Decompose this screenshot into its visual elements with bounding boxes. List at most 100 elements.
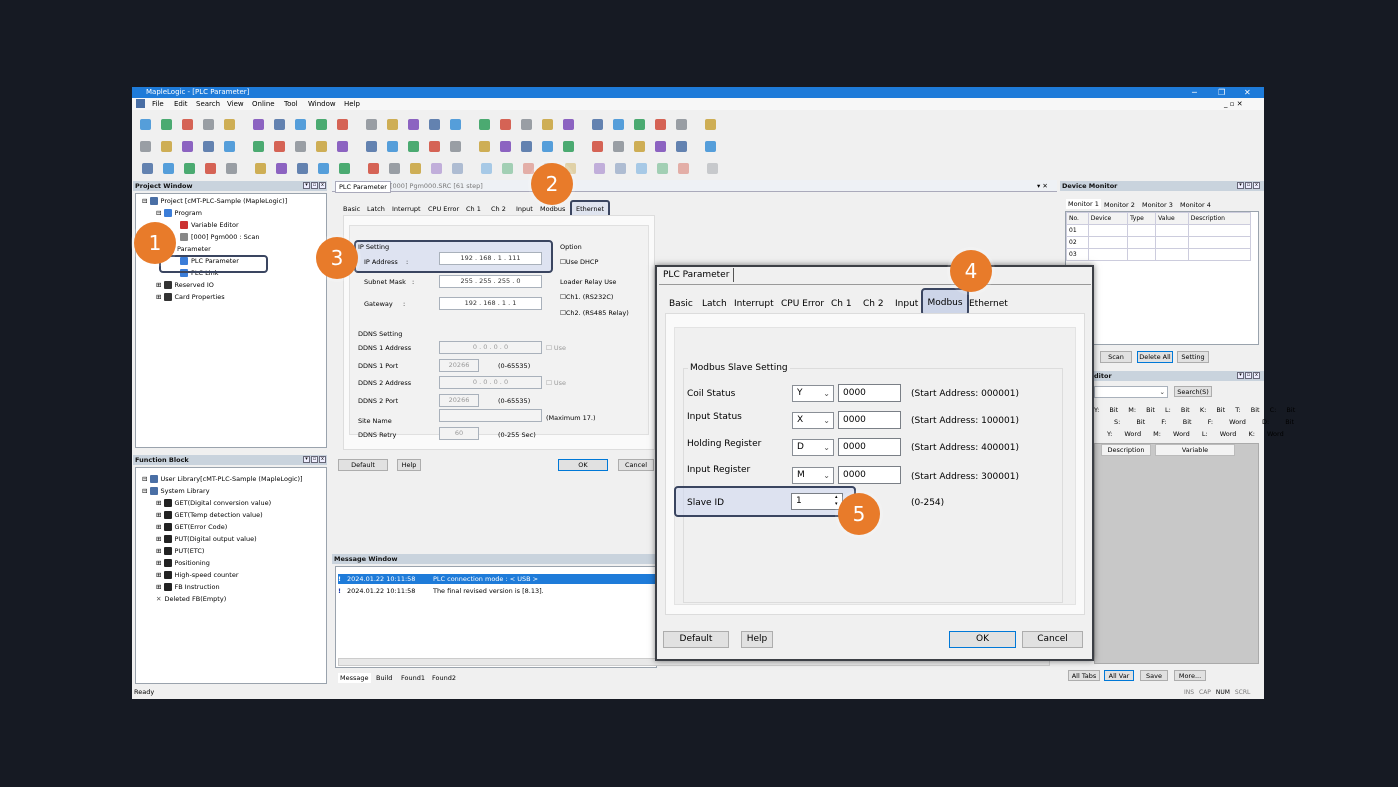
dock-icon[interactable]: ▫ (1245, 182, 1252, 189)
message-row[interactable]: ! 2024.01.22 10:11:58 The final revised ve… (338, 586, 544, 596)
fb-item[interactable]: ⊞ FB Instruction (156, 582, 220, 592)
fb-item[interactable]: ⊞ GET(Error Code) (156, 522, 227, 532)
subnet-field[interactable]: 255 . 255 . 255 . 0 (439, 275, 542, 288)
toolbar-icon[interactable] (387, 119, 398, 130)
toolbar-icon[interactable] (316, 141, 327, 152)
tab-cpu-error[interactable]: CPU Error (428, 204, 459, 214)
toolbar-icon[interactable] (366, 141, 377, 152)
ddns2-port-field[interactable]: 20266 (439, 394, 479, 407)
dock-icon[interactable]: ▫ (311, 182, 318, 189)
toolbar-icon[interactable] (408, 119, 419, 130)
toolbar-icon[interactable] (339, 163, 350, 174)
dock-icon[interactable]: ▫ (311, 456, 318, 463)
pin-icon[interactable]: ▾ (1237, 182, 1244, 189)
tree-card-properties[interactable]: ⊞ Card Properties (156, 292, 225, 302)
fb-item[interactable]: ⊞ High-speed counter (156, 570, 239, 580)
tab-ch2[interactable]: Ch 2 (491, 204, 506, 214)
more-button[interactable]: More... (1174, 670, 1206, 681)
menu-window[interactable]: Window (308, 98, 336, 110)
toolbar-icon[interactable] (161, 119, 172, 130)
dock-icon[interactable]: ▫ (1245, 372, 1252, 379)
all-var-button[interactable]: All Var (1104, 670, 1134, 681)
tab-basic[interactable]: Basic (669, 297, 693, 311)
cancel-button[interactable]: Cancel (618, 459, 654, 471)
toolbar-icon[interactable] (563, 119, 574, 130)
ip-address-field[interactable]: 192 . 168 . 1 . 111 (439, 252, 542, 265)
tab-input[interactable]: Input (516, 204, 533, 214)
toolbar-icon[interactable] (502, 163, 513, 174)
toolbar-icon[interactable] (163, 163, 174, 174)
menu-file[interactable]: File (152, 98, 164, 110)
pin-icon[interactable]: ▾ (1237, 372, 1244, 379)
toolbar-icon[interactable] (224, 119, 235, 130)
tab-modbus[interactable]: Modbus (540, 204, 565, 214)
toolbar-icon[interactable] (295, 141, 306, 152)
toolbar-icon[interactable] (542, 119, 553, 130)
tab-ch1[interactable]: Ch 1 (831, 297, 852, 311)
toolbar-icon[interactable] (316, 119, 327, 130)
minimize-icon[interactable]: ─ (1192, 87, 1197, 98)
toolbar-icon[interactable] (636, 163, 647, 174)
tree-program[interactable]: ⊟ Program (156, 208, 202, 218)
tab-monitor2[interactable]: Monitor 2 (1104, 200, 1135, 210)
slave-id-spinner[interactable]: ▴ ▾ (835, 494, 838, 508)
input-status-input[interactable]: 0000 (838, 411, 901, 429)
toolbar-icon[interactable] (676, 119, 687, 130)
table-row[interactable]: 02 (1066, 236, 1252, 249)
coil-status-select[interactable]: Y ⌄ (792, 385, 834, 402)
fb-system-library[interactable]: ⊟ System Library (142, 486, 210, 496)
default-button[interactable]: Default (663, 631, 729, 648)
toolbar-icon[interactable] (182, 141, 193, 152)
tab-modbus[interactable]: Modbus (921, 288, 969, 316)
menu-online[interactable]: Online (252, 98, 275, 110)
tab-monitor1[interactable]: Monitor 1 (1066, 199, 1101, 209)
table-row[interactable]: 01 (1066, 224, 1252, 237)
tab-found1[interactable]: Found1 (401, 673, 425, 683)
tab-interrupt[interactable]: Interrupt (734, 297, 774, 311)
toolbar-icon[interactable] (592, 119, 603, 130)
toolbar-icon[interactable] (676, 141, 687, 152)
input-register-input[interactable]: 0000 (838, 466, 901, 484)
default-button[interactable]: Default (338, 459, 388, 471)
toolbar-icon[interactable] (224, 141, 235, 152)
toolbar-icon[interactable] (226, 163, 237, 174)
tab-cpu-error[interactable]: CPU Error (781, 297, 824, 311)
tree-reserved-io[interactable]: ⊞ Reserved IO (156, 280, 214, 290)
toolbar-icon[interactable] (523, 163, 534, 174)
ok-button[interactable]: OK (558, 459, 608, 471)
tab-ethernet[interactable]: Ethernet (969, 297, 1008, 311)
close-icon[interactable]: x (319, 182, 326, 189)
fb-item[interactable]: ⊞ PUT(ETC) (156, 546, 204, 556)
toolbar-icon[interactable] (678, 163, 689, 174)
tab-latch[interactable]: Latch (702, 297, 727, 311)
scan-button[interactable]: Scan (1100, 351, 1132, 363)
toolbar-icon[interactable] (142, 163, 153, 174)
fb-user-library[interactable]: ⊟ User Library[cMT-PLC-Sample (MapleLogi… (142, 474, 303, 484)
editor-dropdown[interactable]: ⌄ (1094, 386, 1168, 398)
mdi-controls[interactable]: _ ▫ ✕ (1224, 98, 1243, 110)
fb-deleted[interactable]: ✕ Deleted FB(Empty) (156, 594, 226, 604)
toolbar-icon[interactable] (521, 119, 532, 130)
tab-monitor4[interactable]: Monitor 4 (1180, 200, 1211, 210)
tab-build[interactable]: Build (376, 673, 392, 683)
toolbar-icon[interactable] (655, 119, 666, 130)
toolbar-icon[interactable] (389, 163, 400, 174)
toolbar-icon[interactable] (450, 119, 461, 130)
toolbar-icon[interactable] (255, 163, 266, 174)
menu-tool[interactable]: Tool (284, 98, 298, 110)
tab-interrupt[interactable]: Interrupt (392, 204, 421, 214)
toolbar-icon[interactable] (563, 141, 574, 152)
toolbar-icon[interactable] (634, 141, 645, 152)
tab-ch1[interactable]: Ch 1 (466, 204, 481, 214)
toolbar-icon[interactable] (452, 163, 463, 174)
menu-edit[interactable]: Edit (174, 98, 188, 110)
toolbar-icon[interactable] (542, 141, 553, 152)
delete-all-button[interactable]: Delete All (1137, 351, 1173, 363)
fb-item[interactable]: ⊞ GET(Temp detection value) (156, 510, 263, 520)
toolbar-icon[interactable] (592, 141, 603, 152)
toolbar-icon[interactable] (481, 163, 492, 174)
tab-input[interactable]: Input (895, 297, 918, 311)
toolbar-icon[interactable] (203, 119, 214, 130)
fb-item[interactable]: ⊞ GET(Digital conversion value) (156, 498, 271, 508)
toolbar-icon[interactable] (318, 163, 329, 174)
